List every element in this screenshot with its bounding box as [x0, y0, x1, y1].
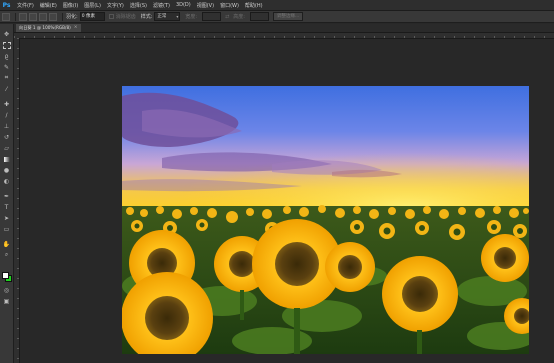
- menu-edit[interactable]: 编辑(E): [40, 2, 57, 9]
- tool-preset-icon[interactable]: [2, 12, 10, 21]
- crop-icon[interactable]: ⌗: [2, 74, 11, 82]
- document-tabbar: 向日葵 1 @ 100%(RGB/8) ×: [14, 24, 554, 33]
- eraser-icon[interactable]: ▱: [2, 144, 11, 152]
- divider: [62, 12, 63, 21]
- dodge-icon[interactable]: ◐: [2, 177, 11, 185]
- menu-select[interactable]: 选择(S): [130, 2, 147, 9]
- style-label: 样式:: [140, 14, 153, 20]
- tools-panel: ✥ ϱ ✎ ⌗ ⁄ ✚ ∕ ⊥ ↺ ▱ ● ◐ ✒ T ➤ ▭ ✋ ⌕ ◎ ▣: [0, 24, 14, 363]
- intersect-selection-icon[interactable]: [49, 12, 57, 21]
- menu-file[interactable]: 文件(F): [17, 2, 34, 9]
- blur-icon[interactable]: ●: [2, 166, 11, 174]
- feather-input[interactable]: 0 像素: [79, 12, 105, 21]
- quick-select-icon[interactable]: ✎: [2, 63, 11, 71]
- sunflower-image[interactable]: [122, 86, 529, 354]
- width-input[interactable]: [202, 12, 222, 21]
- move-icon[interactable]: ✥: [2, 30, 11, 38]
- marquee-icon[interactable]: [2, 41, 11, 49]
- quick-mask-icon[interactable]: ◎: [2, 286, 11, 294]
- zoom-icon[interactable]: ⌕: [2, 251, 11, 259]
- menu-bar: Ps 文件(F) 编辑(E) 图像(I) 图层(L) 文字(Y) 选择(S) 滤…: [0, 0, 554, 11]
- close-icon[interactable]: ×: [74, 24, 78, 32]
- new-selection-icon[interactable]: [19, 12, 27, 21]
- type-icon[interactable]: T: [2, 203, 11, 211]
- width-label: 宽度:: [185, 14, 198, 20]
- divider: [15, 12, 16, 21]
- pen-icon[interactable]: ✒: [2, 192, 11, 200]
- path-select-icon[interactable]: ➤: [2, 214, 11, 222]
- feather-label: 羽化:: [66, 14, 78, 20]
- menu-layer[interactable]: 图层(L): [84, 2, 101, 9]
- antialias-label: 消除锯齿: [115, 14, 136, 20]
- menu-view[interactable]: 视图(V): [197, 2, 214, 9]
- lasso-icon[interactable]: ϱ: [2, 52, 11, 60]
- shape-icon[interactable]: ▭: [2, 225, 11, 233]
- menu-image[interactable]: 图像(I): [63, 2, 78, 9]
- options-bar: 羽化: 0 像素 消除锯齿 样式: 正常 宽度: ⇄ 高度: 调整边缘...: [0, 11, 554, 23]
- document-tab-title: 向日葵 1 @ 100%(RGB/8): [19, 25, 71, 30]
- add-selection-icon[interactable]: [29, 12, 37, 21]
- menu-help[interactable]: 帮助(H): [245, 2, 263, 9]
- eyedropper-icon[interactable]: ⁄: [2, 85, 11, 93]
- menu-filter[interactable]: 滤镜(T): [153, 2, 170, 9]
- brush-icon[interactable]: ∕: [2, 111, 11, 119]
- menu-window[interactable]: 窗口(W): [220, 2, 239, 9]
- canvas-area[interactable]: [20, 39, 554, 363]
- foreground-color-swatch[interactable]: [2, 272, 9, 279]
- style-select[interactable]: 正常: [154, 12, 181, 21]
- height-input[interactable]: [249, 12, 269, 21]
- photoshop-logo: Ps: [2, 1, 11, 9]
- antialias-checkbox[interactable]: [108, 14, 114, 19]
- refine-edge-button[interactable]: 调整边缘...: [272, 12, 304, 21]
- clone-stamp-icon[interactable]: ⊥: [2, 122, 11, 130]
- gradient-icon[interactable]: [2, 155, 11, 163]
- menu-3d[interactable]: 3D(D): [176, 2, 191, 8]
- screen-mode-icon[interactable]: ▣: [2, 297, 11, 305]
- height-label: 高度:: [233, 14, 245, 20]
- sunflower-photo-graphic: [122, 86, 529, 354]
- document-tab[interactable]: 向日葵 1 @ 100%(RGB/8) ×: [16, 24, 81, 32]
- healing-icon[interactable]: ✚: [2, 100, 11, 108]
- swap-icon[interactable]: ⇄: [225, 14, 229, 20]
- hand-icon[interactable]: ✋: [2, 240, 11, 248]
- history-brush-icon[interactable]: ↺: [2, 133, 11, 141]
- menu-type[interactable]: 文字(Y): [107, 2, 124, 9]
- subtract-selection-icon[interactable]: [39, 12, 47, 21]
